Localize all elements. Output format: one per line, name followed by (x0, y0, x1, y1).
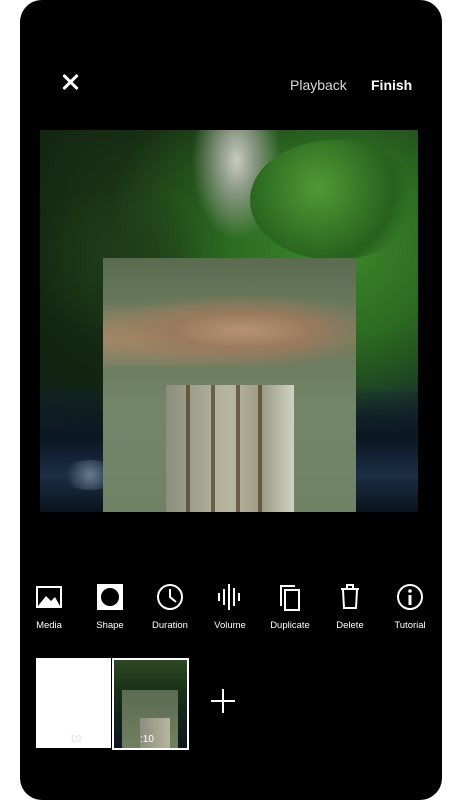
soundwave-icon (218, 584, 240, 610)
plus-icon[interactable] (210, 688, 236, 714)
close-icon[interactable] (58, 70, 82, 94)
delete-button[interactable]: Delete (319, 578, 381, 631)
net-strand (186, 385, 190, 512)
media-button[interactable]: Media (20, 578, 80, 631)
info-icon (397, 584, 423, 610)
clip-duration: 10 (70, 734, 82, 745)
net-strand (258, 385, 262, 512)
clock-icon (157, 584, 183, 610)
media-label: Media (36, 620, 62, 631)
hand-image (103, 296, 356, 366)
preview-canvas[interactable] (40, 130, 418, 512)
background-foliage (250, 140, 418, 260)
duplicate-button[interactable]: Duplicate (259, 578, 321, 631)
shape-button[interactable]: Shape (79, 578, 141, 631)
playback-button[interactable]: Playback (290, 77, 347, 93)
image-icon (36, 586, 62, 608)
volume-label: Volume (214, 620, 246, 631)
timeline: 10 :10 (36, 658, 436, 750)
duration-label: Duration (152, 620, 188, 631)
duration-button[interactable]: Duration (139, 578, 201, 631)
trash-icon (341, 584, 359, 609)
net-strand (211, 385, 215, 512)
tutorial-button[interactable]: Tutorial (379, 578, 441, 631)
tutorial-label: Tutorial (394, 620, 426, 631)
finish-button[interactable]: Finish (371, 77, 412, 93)
net-strand (236, 385, 240, 512)
clip-duration: :10 (140, 734, 154, 745)
shape-icon (97, 584, 123, 610)
duplicate-label: Duplicate (270, 620, 310, 631)
top-bar: Playback Finish (20, 60, 442, 110)
volume-button[interactable]: Volume (199, 578, 261, 631)
shape-label: Shape (96, 620, 124, 631)
media-layer-net[interactable] (166, 385, 294, 512)
duplicate-icon (280, 585, 300, 611)
editor-screen: Playback Finish Media Shape Duration Vol… (20, 0, 442, 800)
delete-label: Delete (336, 620, 364, 631)
edit-toolbar: Media Shape Duration Volume Duplicate De… (20, 578, 442, 638)
